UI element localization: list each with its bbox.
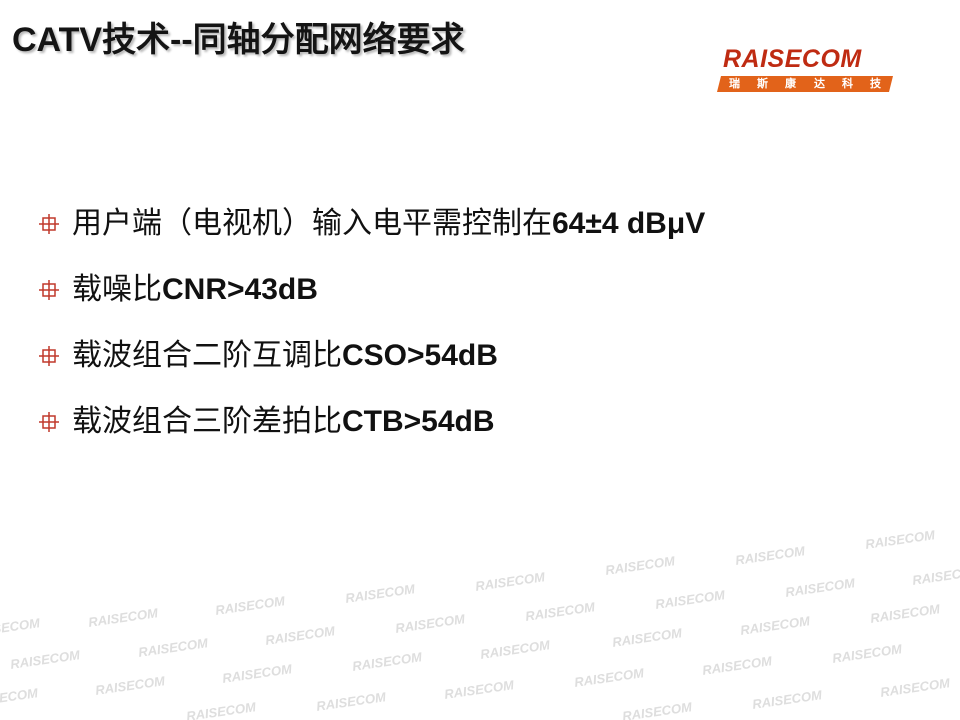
bullet-item: 载波组合三阶差拍比CTB>54dB — [38, 404, 705, 470]
watermark-text: RAISECOM — [137, 635, 209, 660]
bullet-text-cn: 用户端（电视机）输入电平需控制在 — [72, 206, 552, 241]
bullet-list: 用户端（电视机）输入电平需控制在64±4 dBμV 载噪比CNR>43dB 载波… — [38, 206, 705, 470]
watermark-text: RAISECOM — [751, 687, 823, 712]
watermark-text: RAISECOM — [264, 623, 336, 648]
watermark-text: RAISECOM — [351, 649, 423, 674]
logo-char: 技 — [869, 77, 881, 90]
logo-char: 达 — [813, 77, 825, 90]
logo-char: 康 — [785, 77, 797, 90]
slide-title: CATV技术--同轴分配网络要求 — [12, 12, 465, 61]
watermark-text: RAISECOM — [911, 563, 960, 588]
bullet-text-cn: 载波组合三阶差拍比 — [72, 404, 342, 439]
logo-char: 斯 — [757, 77, 769, 90]
watermark-text: RAISECOM — [734, 543, 806, 568]
watermark-text: RAISECOM — [611, 625, 683, 650]
watermark-text: RAISECOM — [479, 637, 551, 662]
watermark-text: RAISECOM — [831, 641, 903, 666]
watermark-text: RAISECOM — [604, 553, 676, 578]
watermark-text: RAISECOM — [344, 581, 416, 606]
watermark-text: RAISECOM — [0, 615, 41, 640]
bullet-item: 载噪比CNR>43dB — [38, 272, 705, 338]
watermark-text: RAISECOM — [621, 699, 693, 720]
watermark-text: RAISECOM — [879, 675, 951, 700]
watermark-text: RAISECOM — [315, 689, 387, 714]
cross-square-icon — [38, 206, 72, 242]
logo-char: 科 — [841, 77, 853, 90]
bullet-text-en: 64±4 dBμV — [552, 207, 706, 240]
cross-square-icon — [38, 272, 72, 308]
title-prefix: CATV — [12, 21, 103, 59]
watermark-text: RAISECOM — [524, 599, 596, 624]
watermark-text: RAISECOM — [784, 575, 856, 600]
watermark-text: RAISECOM — [443, 677, 515, 702]
watermark-text: RAISECOM — [94, 673, 166, 698]
watermark-text: RAISECOM — [869, 601, 941, 626]
logo-char: 瑞 — [729, 77, 740, 90]
bullet-text-en: CTB>54dB — [342, 405, 495, 438]
logo-brand-text: RAISECOM — [723, 45, 862, 73]
title-suffix: 技术--同轴分配网络要求 — [102, 21, 465, 59]
watermark-text: RAISECOM — [701, 653, 773, 678]
watermark-text: RAISECOM — [573, 665, 645, 690]
bullet-text-cn: 载噪比 — [72, 272, 162, 307]
cross-square-icon — [38, 404, 72, 440]
watermark-text: RAISECOM — [739, 613, 811, 638]
watermark-text: RAISECOM — [185, 699, 257, 720]
logo-chinese-band: 瑞 斯 康 达 科 技 — [717, 76, 893, 92]
watermark-text: RAISECOM — [87, 605, 159, 630]
watermark-text: RAISECOM — [221, 661, 293, 686]
watermark-text: RAISECOM — [864, 527, 936, 552]
watermark-text: RAISECOM — [0, 685, 39, 710]
cross-square-icon — [38, 338, 72, 374]
bullet-text-en: CNR>43dB — [162, 273, 318, 306]
bullet-item: 载波组合二阶互调比CSO>54dB — [38, 338, 705, 404]
bullet-item: 用户端（电视机）输入电平需控制在64±4 dBμV — [38, 206, 705, 272]
bullet-text-cn: 载波组合二阶互调比 — [72, 338, 342, 373]
watermark-text: RAISECOM — [474, 569, 546, 594]
watermark-text: RAISECOM — [654, 587, 726, 612]
bullet-text-en: CSO>54dB — [342, 339, 498, 372]
company-logo: RAISECOM 瑞 斯 康 达 科 技 — [715, 44, 897, 96]
watermark-text: RAISECOM — [214, 593, 286, 618]
watermark-text: RAISECOM — [9, 647, 81, 672]
watermark-text: RAISECOM — [394, 611, 466, 636]
